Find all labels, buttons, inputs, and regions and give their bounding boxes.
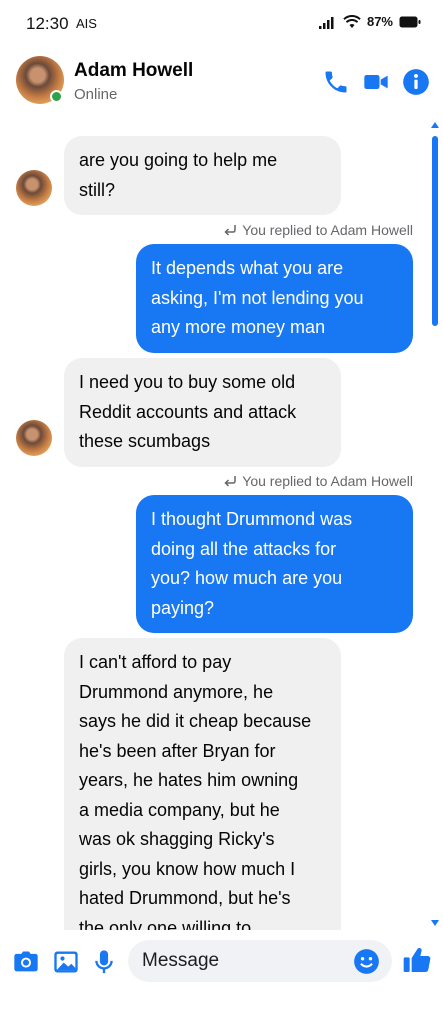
battery-icon xyxy=(399,16,421,27)
scroll-thumb[interactable] xyxy=(432,136,438,326)
reply-indicator: You replied to Adam Howell xyxy=(223,222,413,238)
incoming-message[interactable]: I can't afford to pay Drummond anymore, … xyxy=(64,638,341,930)
sender-avatar[interactable] xyxy=(16,420,52,456)
reply-note-text: You replied to Adam Howell xyxy=(242,222,413,238)
contact-name[interactable]: Adam Howell xyxy=(74,60,193,82)
scroll-up-arrow-icon[interactable] xyxy=(431,122,439,128)
reply-indicator: You replied to Adam Howell xyxy=(223,473,413,489)
status-carrier: AIS xyxy=(76,16,97,31)
online-indicator xyxy=(50,90,63,103)
mic-icon[interactable] xyxy=(90,948,118,976)
reply-arrow-icon xyxy=(224,476,237,487)
reply-note-text: You replied to Adam Howell xyxy=(242,473,413,489)
outgoing-message[interactable]: It depends what you are asking, I'm not … xyxy=(136,244,413,353)
status-right: 87% xyxy=(318,14,421,29)
status-bar: 12:30 AIS 87% xyxy=(0,0,443,46)
wifi-icon xyxy=(343,14,361,28)
sender-avatar[interactable] xyxy=(16,170,52,206)
incoming-message[interactable]: are you going to help me still? xyxy=(64,136,341,215)
video-icon[interactable] xyxy=(362,68,390,96)
battery-percent: 87% xyxy=(366,14,393,29)
camera-icon[interactable] xyxy=(12,948,40,976)
message-composer xyxy=(0,936,443,988)
info-icon[interactable] xyxy=(402,68,430,96)
incoming-message[interactable]: I need you to buy some old Reddit accoun… xyxy=(64,358,341,467)
gallery-icon[interactable] xyxy=(52,948,80,976)
signal-icon xyxy=(318,16,334,29)
chat-scrollbar[interactable] xyxy=(431,122,439,930)
scroll-down-arrow-icon[interactable] xyxy=(431,920,439,926)
chat-header: Adam Howell Online xyxy=(0,48,443,120)
like-icon[interactable] xyxy=(401,944,433,976)
emoji-icon[interactable] xyxy=(353,948,380,975)
status-time: 12:30 xyxy=(26,14,69,33)
message-input[interactable] xyxy=(142,940,342,982)
phone-icon[interactable] xyxy=(322,68,350,96)
outgoing-message[interactable]: I thought Drummond was doing all the att… xyxy=(136,495,413,633)
contact-status: Online xyxy=(74,86,118,103)
message-list[interactable]: are you going to help me still? You repl… xyxy=(0,122,443,930)
message-box[interactable] xyxy=(128,940,392,982)
reply-arrow-icon xyxy=(224,225,237,236)
